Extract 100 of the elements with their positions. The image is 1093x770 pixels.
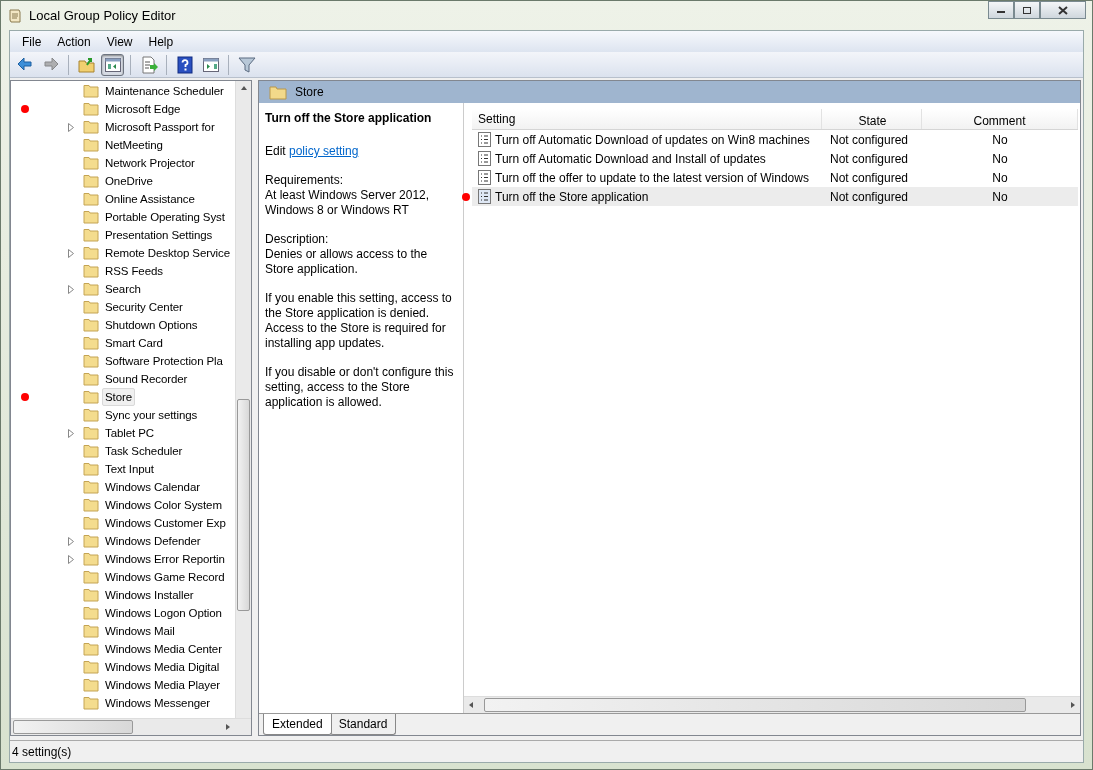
- tree-item[interactable]: Portable Operating Syst: [102, 208, 228, 226]
- folder-up-icon: [77, 55, 96, 74]
- folder-icon: [83, 138, 99, 152]
- table-row[interactable]: Turn off the offer to update to the latest version of Windows Not configured No: [472, 168, 1078, 187]
- tree-pane-button[interactable]: [101, 53, 124, 76]
- tree-item[interactable]: Network Projector: [102, 154, 198, 172]
- vertical-scrollbar[interactable]: [235, 81, 251, 718]
- view-tab[interactable]: Standard: [329, 714, 397, 735]
- window-title: Local Group Policy Editor: [29, 6, 176, 25]
- tree-item[interactable]: Maintenance Scheduler: [102, 82, 227, 100]
- tree-item[interactable]: Task Scheduler: [102, 442, 186, 460]
- folder-icon: [83, 678, 99, 692]
- folder-icon: [83, 354, 99, 368]
- tree-item[interactable]: Windows Media Player: [102, 676, 223, 694]
- table-cell-text: Not configured: [829, 188, 910, 206]
- policy-setting-link[interactable]: policy setting: [289, 144, 359, 158]
- menu-item[interactable]: Action: [49, 32, 99, 51]
- menu-item[interactable]: Help: [140, 32, 182, 51]
- tree-item[interactable]: Sound Recorder: [102, 370, 191, 388]
- tree-item[interactable]: Sync your settings: [102, 406, 201, 424]
- column-header[interactable]: Setting: [472, 109, 822, 129]
- tree-item[interactable]: Store: [102, 388, 135, 406]
- maximize-button[interactable]: [1014, 1, 1040, 19]
- close-button[interactable]: [1040, 1, 1086, 19]
- tree-item[interactable]: Search: [102, 280, 144, 298]
- table-row[interactable]: Turn off Automatic Download and Install of updates Not configured No: [472, 149, 1078, 168]
- table-row[interactable]: Turn off Automatic Download of updates on Win8 machines Not configured No: [472, 130, 1078, 149]
- folder-icon: [83, 282, 99, 296]
- folder-icon: [83, 318, 99, 332]
- tree-item[interactable]: Windows Defender: [102, 532, 204, 550]
- tree-item[interactable]: Windows Customer Exp: [102, 514, 229, 532]
- table-cell-text: Turn off the offer to update to the latest version of Windows: [495, 169, 809, 187]
- table-cell-text: Turn off the Store application: [495, 188, 649, 206]
- description-text: Description: Denies or allows access to the Store application.: [265, 232, 429, 277]
- column-header[interactable]: Comment: [922, 109, 1078, 129]
- table-cell-text: No: [991, 169, 1009, 187]
- table-cell-text: No: [991, 131, 1009, 149]
- expand-icon[interactable]: [68, 284, 74, 294]
- folder-icon: [83, 696, 99, 710]
- expand-icon[interactable]: [68, 122, 74, 132]
- tree-item[interactable]: Windows Media Center: [102, 640, 225, 658]
- tree-item[interactable]: Text Input: [102, 460, 157, 478]
- tree-item[interactable]: RSS Feeds: [102, 262, 166, 280]
- tree-item[interactable]: Windows Installer: [102, 586, 197, 604]
- tree-item[interactable]: Microsoft Edge: [102, 100, 184, 118]
- folder-icon: [83, 444, 99, 458]
- tree-item[interactable]: Security Center: [102, 298, 186, 316]
- folder-icon: [83, 480, 99, 494]
- table-cell-text: No: [991, 188, 1009, 206]
- view-tab[interactable]: Extended: [263, 714, 332, 735]
- tree-item[interactable]: Windows Game Record: [102, 568, 228, 586]
- description-text: Requirements: At least Windows Server 2012, Windows 8 or Windows RT: [265, 173, 431, 218]
- tree-item[interactable]: Windows Messenger: [102, 694, 214, 712]
- tree-item[interactable]: Online Assistance: [102, 190, 198, 208]
- description-text: If you enable this setting, access to the Store application is denied. Access to the Store is required for installing app updates.: [265, 291, 453, 351]
- tree-item[interactable]: Windows Error Reportin: [102, 550, 228, 568]
- horizontal-scrollbar[interactable]: [11, 718, 251, 735]
- folder-icon: [83, 462, 99, 476]
- policy-title: Turn off the Store application: [265, 111, 433, 126]
- table-cell-text: Not configured: [829, 169, 910, 187]
- folder-icon: [83, 246, 99, 260]
- folder-icon: [83, 174, 99, 188]
- tree-item[interactable]: OneDrive: [102, 172, 156, 190]
- menu-item[interactable]: View: [98, 32, 141, 51]
- horizontal-scrollbar[interactable]: [464, 696, 1080, 713]
- policy-icon: [478, 170, 491, 185]
- folder-icon: [83, 336, 99, 350]
- tree-item[interactable]: Windows Color System: [102, 496, 225, 514]
- folder-icon: [83, 408, 99, 422]
- folder-icon: [83, 426, 99, 440]
- folder-icon: [83, 264, 99, 278]
- minimize-button[interactable]: [988, 1, 1014, 19]
- expand-icon[interactable]: [68, 248, 74, 258]
- expand-icon[interactable]: [68, 428, 74, 438]
- tree-item[interactable]: Windows Calendar: [102, 478, 203, 496]
- tree-item[interactable]: NetMeeting: [102, 136, 166, 154]
- tree-item[interactable]: Smart Card: [102, 334, 166, 352]
- column-header[interactable]: State: [822, 109, 922, 129]
- tree-item[interactable]: Windows Mail: [102, 622, 178, 640]
- tree-item[interactable]: Windows Logon Option: [102, 604, 225, 622]
- tree-item[interactable]: Windows Media Digital: [102, 658, 223, 676]
- expand-icon[interactable]: [68, 554, 74, 564]
- menu-item[interactable]: File: [14, 32, 50, 51]
- tree-item[interactable]: Presentation Settings: [102, 226, 216, 244]
- expand-icon[interactable]: [68, 536, 74, 546]
- folder-icon: [83, 102, 99, 116]
- folder-icon: [83, 390, 99, 404]
- tree-item[interactable]: Shutdown Options: [102, 316, 201, 334]
- close-icon: [1058, 5, 1068, 15]
- folder-icon: [83, 624, 99, 638]
- tree-item[interactable]: Tablet PC: [102, 424, 157, 442]
- folder-icon: [83, 372, 99, 386]
- tree-item[interactable]: Remote Desktop Service: [102, 244, 233, 262]
- tree-item[interactable]: Software Protection Pla: [102, 352, 226, 370]
- tree-item[interactable]: Microsoft Passport for: [102, 118, 218, 136]
- folder-title: Store: [295, 84, 324, 101]
- folder-icon: [83, 210, 99, 224]
- folder-icon: [83, 498, 99, 512]
- table-cell-text: No: [991, 150, 1009, 168]
- folder-icon: [83, 534, 99, 548]
